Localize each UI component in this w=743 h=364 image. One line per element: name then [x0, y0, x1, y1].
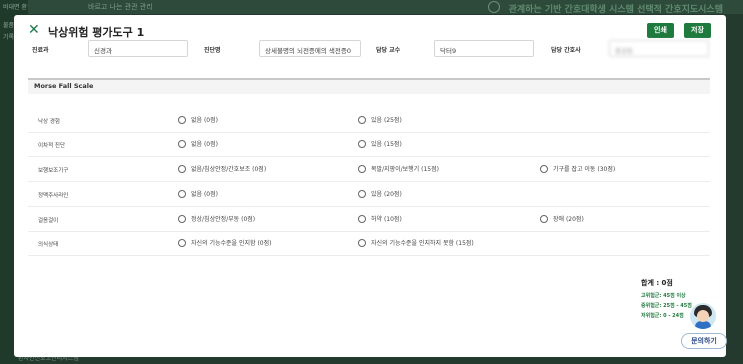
close-icon[interactable]: ✕ — [28, 23, 40, 37]
radio-circle-icon[interactable] — [540, 164, 548, 173]
total-score: 합계 : 0점 — [641, 279, 673, 287]
score-row-iv-line: 정맥주사라인 없음 (0점) 있음 (20점) — [28, 183, 710, 207]
modal-title: 낙상위험 평가도구 1 — [48, 26, 145, 39]
radio-option[interactable]: 자신의 기능수준을 인지함 (0점) — [178, 238, 271, 247]
nurse-field[interactable]: 홍길동 — [609, 40, 709, 57]
section-title: Morse Fall Scale — [34, 82, 94, 90]
row-label: 낙상 경험 — [38, 119, 60, 125]
dept-label: 진료과 — [32, 47, 49, 54]
risk-legend-low: 저위험군: 0 - 24점 — [641, 313, 684, 319]
backdrop-banner: 관계하는 기반 간호대학생 시스템 선택적 간호지도시스템 — [508, 5, 723, 15]
radio-option[interactable]: 장애 (20점) — [540, 214, 584, 223]
radio-circle-icon[interactable] — [178, 214, 186, 223]
diagnosis-field[interactable]: 상세불명의 뇌전증에의 색전증0 — [259, 40, 361, 57]
row-label: 의식상태 — [38, 242, 59, 248]
radio-option[interactable]: 없음/침상안정/간호보조 (0점) — [178, 164, 266, 173]
radio-option[interactable]: 있음 (25점) — [358, 115, 402, 124]
radio-option[interactable]: 없음 (0점) — [178, 189, 218, 198]
radio-circle-icon[interactable] — [358, 238, 366, 247]
row-label: 이차적 진단 — [38, 143, 66, 149]
radio-circle-icon[interactable] — [358, 115, 366, 124]
score-row-secondary-diagnosis: 이차적 진단 없음 (0점) 있음 (15점) — [28, 133, 710, 157]
radio-option[interactable]: 있음 (15점) — [358, 139, 402, 148]
radio-option[interactable]: 정상/침상안정/부동 (0점) — [178, 214, 255, 223]
radio-circle-icon[interactable] — [358, 214, 366, 223]
radio-option[interactable]: 목발/지팡이/보행기 (15점) — [358, 164, 439, 173]
professor-field[interactable]: 닥터9 — [434, 40, 534, 57]
print-button[interactable]: 인쇄 — [647, 23, 674, 38]
score-row-mental-status: 의식상태 자신의 기능수준을 인지함 (0점) 자신의 기능수준을 인지하지 못… — [28, 232, 710, 256]
row-label: 정맥주사라인 — [38, 193, 69, 199]
chat-avatar-icon[interactable] — [690, 303, 716, 329]
risk-legend-medium: 중위험군: 25점 - 45점 — [641, 303, 692, 309]
score-row-ambulatory-aid: 보행보조기구 없음/침상안정/간호보조 (0점) 목발/지팡이/보행기 (15점… — [28, 158, 710, 182]
radio-circle-icon[interactable] — [178, 115, 186, 124]
row-label: 걸음걸이 — [38, 218, 59, 224]
patient-info-row: 진료과 신경과 진단명 상세불명의 뇌전증에의 색전증0 담당 교수 닥터9 담… — [14, 39, 726, 61]
radio-circle-icon[interactable] — [178, 139, 186, 148]
dept-field[interactable]: 신경과 — [88, 40, 188, 57]
radio-option[interactable]: 기구를 잡고 이동 (30점) — [540, 164, 615, 173]
professor-label: 담당 교수 — [376, 47, 401, 54]
inquiry-chat-button[interactable]: 문의하기 — [681, 333, 727, 349]
radio-option[interactable]: 있음 (20점) — [358, 189, 402, 198]
radio-circle-icon[interactable] — [178, 238, 186, 247]
score-row-fall-history: 낙상 경험 없음 (0점) 있음 (25점) — [28, 109, 710, 133]
backdrop-sidebar-item: 기록 — [3, 34, 15, 41]
fall-risk-modal: ✕ 낙상위험 평가도구 1 인쇄 저장 진료과 신경과 진단명 상세불명의 뇌전… — [14, 15, 726, 357]
score-row-gait: 걸음걸이 정상/침상안정/부동 (0점) 허약 (10점) 장애 (20점) — [28, 208, 710, 232]
radio-circle-icon[interactable] — [178, 189, 186, 198]
radio-circle-icon[interactable] — [178, 164, 186, 173]
radio-option[interactable]: 자신의 기능수준을 인지하지 못함 (15점) — [358, 238, 474, 247]
radio-option[interactable]: 없음 (0점) — [178, 115, 218, 124]
save-button[interactable]: 저장 — [684, 23, 711, 38]
diagnosis-label: 진단명 — [204, 47, 221, 54]
nurse-label: 담당 간호사 — [551, 47, 581, 54]
radio-circle-icon[interactable] — [540, 214, 548, 223]
backdrop-top-text: 바르고 나는 관관 관리 — [88, 3, 153, 11]
radio-option[interactable]: 허약 (10점) — [358, 214, 402, 223]
radio-circle-icon[interactable] — [358, 189, 366, 198]
row-label: 보행보조기구 — [38, 168, 69, 174]
backdrop-logo-icon — [488, 1, 500, 13]
section-header — [28, 80, 710, 94]
risk-legend-high: 고위험군: 45점 이상 — [641, 293, 686, 299]
radio-circle-icon[interactable] — [358, 164, 366, 173]
radio-option[interactable]: 없음 (0점) — [178, 139, 218, 148]
backdrop-sidebar-item: 물품 — [3, 22, 15, 29]
radio-circle-icon[interactable] — [358, 139, 366, 148]
